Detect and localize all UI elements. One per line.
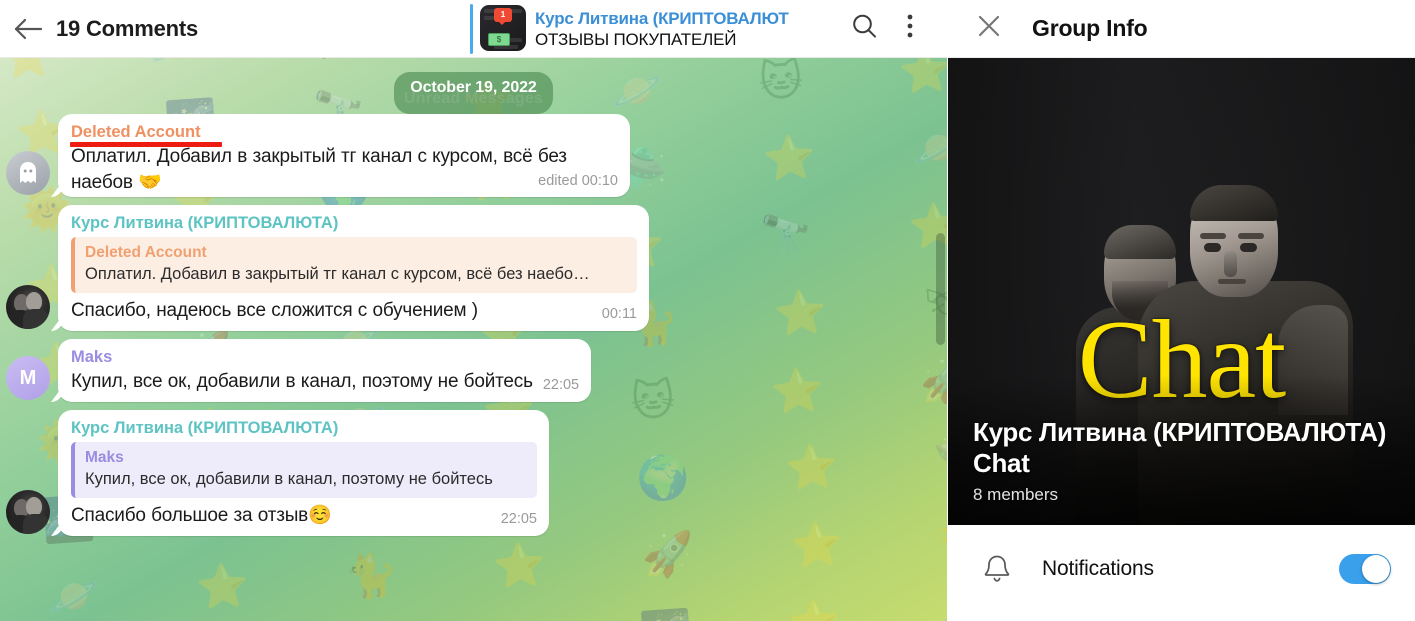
notifications-row[interactable]: Notifications bbox=[948, 525, 1415, 613]
group-members-count: 8 members bbox=[973, 485, 1059, 504]
chat-scrollbar-thumb[interactable] bbox=[936, 233, 945, 345]
more-vertical-icon bbox=[906, 13, 914, 44]
message-sender[interactable]: Maks bbox=[71, 346, 579, 368]
message-text: Купил, все ок, добавили в канал, поэтому… bbox=[71, 371, 533, 392]
message-bubble[interactable]: Deleted Account Оплатил. Добавил в закры… bbox=[58, 114, 630, 197]
chat-header-bar: 19 Comments 1 $ Курс Литвина (КРИПТОВАЛЮ… bbox=[0, 0, 947, 58]
message-meta: 00:11 bbox=[601, 306, 637, 322]
header-actions bbox=[841, 6, 947, 52]
reply-quote-author: Deleted Account bbox=[85, 244, 207, 261]
panel-title: Group Info bbox=[1032, 15, 1148, 41]
message-bubble[interactable]: Курс Литвина (КРИПТОВАЛЮТА) Maks Купил, … bbox=[58, 410, 549, 536]
group-name: Курс Литвина (КРИПТОВАЛЮТА) Chat bbox=[973, 417, 1387, 478]
comments-pane: 19 Comments 1 $ Курс Литвина (КРИПТОВАЛЮ… bbox=[0, 0, 947, 621]
avatar[interactable] bbox=[6, 490, 50, 534]
message-sender[interactable]: Курс Литвина (КРИПТОВАЛЮТА) bbox=[71, 417, 537, 439]
pinned-subtitle: ОТЗЫВЫ ПОКУПАТЕЛЕЙ bbox=[535, 29, 737, 49]
message-sender-label: Deleted Account bbox=[71, 123, 201, 141]
page-title: 19 Comments bbox=[56, 15, 199, 41]
more-options-button[interactable] bbox=[887, 6, 933, 52]
pinned-thumbnail: 1 $ bbox=[480, 5, 526, 51]
messages-area: 🐱 ⭐ 🪐 🚀 ☄ 🌍 ⭐ 🐈 🛰 ⭐ 🌌 🔭 ⭐ 🪐 🐱 ⭐ 🚀 🌞 ⭐ 🌍 … bbox=[0, 58, 947, 621]
bell-icon bbox=[974, 553, 1020, 585]
close-icon bbox=[976, 13, 1002, 44]
notifications-toggle[interactable] bbox=[1339, 554, 1391, 584]
message-row: M Maks Купил, все ок, добавили в канал, … bbox=[0, 339, 947, 410]
message-bubble[interactable]: Maks Купил, все ок, добавили в канал, по… bbox=[58, 339, 592, 402]
message-row: Deleted Account Оплатил. Добавил в закры… bbox=[0, 114, 947, 205]
group-info-panel: Group Info Chat Курс Литвина (КРИПТОВАЛЮ… bbox=[948, 0, 1415, 621]
search-icon bbox=[850, 12, 878, 45]
search-button[interactable] bbox=[841, 6, 887, 52]
ghost-icon bbox=[17, 161, 39, 185]
close-button[interactable] bbox=[960, 0, 1018, 58]
pinned-channel-link[interactable]: 1 $ Курс Литвина (КРИПТОВАЛЮТ ОТЗЫВЫ ПОК… bbox=[470, 4, 789, 54]
message-bubble[interactable]: Курс Литвина (КРИПТОВАЛЮТА) Deleted Acco… bbox=[58, 205, 649, 331]
reply-quote[interactable]: Deleted Account Оплатил. Добавил в закры… bbox=[71, 237, 637, 293]
message-sender[interactable]: Deleted Account bbox=[70, 121, 222, 147]
arrow-left-icon bbox=[13, 17, 43, 41]
avatar[interactable]: M bbox=[6, 356, 50, 400]
money-icon: $ bbox=[488, 33, 510, 46]
pinned-accent-bar bbox=[470, 4, 473, 54]
avatar[interactable] bbox=[6, 285, 50, 329]
back-button[interactable] bbox=[0, 0, 56, 58]
group-photo[interactable]: Chat Курс Литвина (КРИПТОВАЛЮТА) Chat 8 … bbox=[948, 58, 1415, 525]
notifications-label: Notifications bbox=[1042, 557, 1154, 580]
telegram-app-window: 19 Comments 1 $ Курс Литвина (КРИПТОВАЛЮ… bbox=[0, 0, 1415, 621]
date-separator: October 19, 2022 bbox=[394, 72, 553, 114]
message-row: Курс Литвина (КРИПТОВАЛЮТА) Deleted Acco… bbox=[0, 205, 947, 339]
message-text: Спасибо большое за отзыв☺️ bbox=[71, 505, 332, 526]
message-sender[interactable]: Курс Литвина (КРИПТОВАЛЮТА) bbox=[71, 212, 637, 234]
reply-quote-author: Maks bbox=[85, 449, 124, 466]
message-meta: 22:05 bbox=[500, 511, 537, 527]
message-meta: edited 00:10 bbox=[538, 173, 618, 189]
reply-quote-text: Оплатил. Добавил в закрытый тг канал с к… bbox=[85, 265, 590, 283]
message-row: Курс Литвина (КРИПТОВАЛЮТА) Maks Купил, … bbox=[0, 410, 947, 544]
group-info-header: Group Info bbox=[948, 0, 1415, 58]
toggle-knob bbox=[1362, 555, 1390, 583]
reply-quote-text: Купил, все ок, добавили в канал, поэтому… bbox=[85, 470, 493, 488]
notification-badge-icon: 1 bbox=[494, 8, 512, 25]
reply-quote[interactable]: Maks Купил, все ок, добавили в канал, по… bbox=[71, 442, 537, 498]
group-meta: Курс Литвина (КРИПТОВАЛЮТА) Chat 8 membe… bbox=[973, 417, 1395, 507]
highlight-underline bbox=[70, 142, 222, 147]
message-meta: 22:05 bbox=[542, 377, 580, 393]
avatar-initial: M bbox=[19, 366, 37, 389]
messages-scroll-container[interactable]: Unread Messages October 19, 2022 bbox=[0, 58, 947, 621]
message-text: Спасибо, надеюсь все сложится с обучение… bbox=[71, 300, 478, 321]
avatar[interactable] bbox=[6, 151, 50, 195]
date-separator-row: Unread Messages October 19, 2022 bbox=[0, 72, 947, 114]
pinned-title: Курс Литвина (КРИПТОВАЛЮТ bbox=[535, 8, 789, 28]
